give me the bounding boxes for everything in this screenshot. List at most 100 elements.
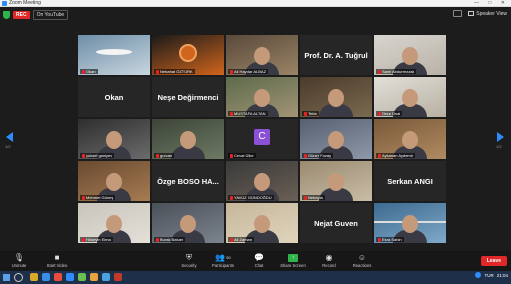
participant-tile[interactable]: Sami Abdurrezzak [374, 35, 446, 75]
person-face [254, 89, 270, 107]
participant-tile[interactable]: Onur Ünal [374, 77, 446, 117]
participant-tile[interactable]: YAVUZ GÜNDOĞDU [226, 161, 298, 201]
participant-tile[interactable]: Neşe Değirmenci [152, 77, 224, 117]
participants-icon: 👥 50 [215, 253, 231, 262]
mic-muted-icon [82, 237, 85, 242]
avatar: C [254, 129, 270, 145]
participant-name-label: gurcan [160, 153, 173, 158]
participant-tile[interactable]: Burak Batuer [152, 203, 224, 243]
top-left-controls: REC On YouTube [3, 10, 69, 20]
participant-name-label: Sami Abdurrezzak [382, 69, 415, 74]
participant-tile[interactable]: gurcan [152, 119, 224, 159]
participant-caption: yuksel ganiyev [80, 153, 115, 158]
participant-tile[interactable]: Nebayla [300, 161, 372, 201]
participant-tile[interactable]: Güner Fozay [300, 119, 372, 159]
taskbar-app-icon[interactable] [54, 273, 62, 281]
window-titlebar: Zoom Meeting — □ ✕ [0, 0, 511, 7]
participant-tile[interactable]: Nebahat ÖZTÜRK [152, 35, 224, 75]
participant-name-label: Mehmet Güneş [86, 195, 114, 200]
participant-tile[interactable]: Hüseyin Elma [78, 203, 150, 243]
speaker-view-label: Speaker View [476, 10, 507, 17]
person-face [328, 89, 344, 107]
person-face [106, 131, 122, 149]
mic-muted-icon [378, 111, 381, 116]
bird-image [96, 49, 132, 55]
mic-muted-icon [378, 69, 381, 74]
taskbar-app-icon[interactable] [102, 273, 110, 281]
person-face [402, 89, 418, 107]
search-icon[interactable] [14, 273, 23, 282]
language-indicator[interactable]: TUR [484, 273, 493, 278]
participant-name: Prof. Dr. A. Tuğrul [304, 50, 368, 60]
prev-page-button[interactable]: 1/2 [5, 132, 14, 149]
mic-muted-icon [82, 69, 85, 74]
participants-count: 50 [226, 255, 231, 260]
window-controls[interactable]: — □ ✕ [474, 0, 509, 7]
share-arrow-icon: ↑ [288, 253, 298, 262]
security-label: Security [181, 263, 197, 268]
security-button[interactable]: ⛨ Security [172, 252, 206, 269]
participant-caption: Onur Ünal [376, 111, 403, 116]
participant-tile[interactable]: Nejat Guven [300, 203, 372, 243]
chat-button[interactable]: 💬 Chat [242, 253, 276, 268]
meeting-toolbar: 🎙 Unmute ■ Start Video ⛨ Security 👥 50 Pa… [0, 251, 511, 271]
participant-caption: Burak Batuer [154, 237, 186, 242]
fullscreen-icon[interactable] [453, 10, 463, 17]
taskbar-app-icon[interactable] [114, 273, 122, 281]
participant-tile[interactable]: Ali Zaman [226, 203, 298, 243]
window-title: Zoom Meeting [9, 0, 41, 6]
zoom-tray-icon[interactable] [475, 272, 482, 278]
shield-icon: ⛨ [186, 252, 192, 262]
participant-caption: Tekin [302, 111, 320, 116]
participant-caption: gurcan [154, 153, 175, 158]
system-tray: TUR 21:04 [475, 272, 508, 278]
participant-name-label: Nebahat ÖZTÜRK [160, 69, 193, 74]
unmute-button[interactable]: 🎙 Unmute [2, 253, 36, 268]
participant-name-label: Nebayla [308, 195, 323, 200]
participant-tile[interactable]: MUSTAFA ALTAN [226, 77, 298, 117]
person-face [106, 173, 122, 191]
arrow-left-icon [6, 132, 13, 142]
person-face [254, 173, 270, 191]
participant-tile[interactable]: Prof. Dr. A. Tuğrul [300, 35, 372, 75]
participant-tile[interactable]: Özge BOSO HA... [152, 161, 224, 201]
taskbar-app-icon[interactable] [42, 273, 50, 281]
clock[interactable]: 21:04 [497, 273, 508, 278]
start-video-button[interactable]: ■ Start Video [40, 253, 74, 268]
camera-off-icon: ■ [54, 253, 60, 262]
participant-tile[interactable]: Ali Haydar ALBAZ [226, 35, 298, 75]
participant-tile[interactable]: Okan [78, 77, 150, 117]
record-button[interactable]: ◉ Record [312, 253, 346, 268]
next-page-button[interactable]: 1/2 [496, 132, 505, 149]
participant-caption: MUSTAFA ALTAN [228, 111, 268, 116]
leave-button[interactable]: Leave [480, 256, 507, 266]
participant-tile[interactable]: C Cevat Ülke [226, 119, 298, 159]
participant-tile[interactable]: Esra Sahin [374, 203, 446, 243]
participant-tile[interactable]: Aykanan Aydemir [374, 119, 446, 159]
share-screen-button[interactable]: ↑ Share Screen [276, 253, 310, 268]
participant-name-label: YAVUZ GÜNDOĞDU [234, 195, 272, 200]
participant-tile[interactable]: Mehmet Güneş [78, 161, 150, 201]
rec-badge[interactable]: REC [13, 11, 30, 19]
arrow-right-icon [497, 132, 504, 142]
speaker-view-button[interactable]: Speaker View [468, 11, 507, 17]
taskbar-app-icon[interactable] [30, 273, 38, 281]
live-stream-button[interactable]: On YouTube [32, 10, 69, 20]
shield-icon[interactable] [3, 11, 10, 19]
participant-name-label: MUSTAFA ALTAN [234, 111, 266, 116]
participant-tile[interactable]: yuksel ganiyev [78, 119, 150, 159]
meeting-stage: REC On YouTube Speaker View 1/2 1/2 Okan… [0, 7, 511, 251]
participant-tile[interactable]: Serkan ANGI [374, 161, 446, 201]
participant-grid: Okan Nebahat ÖZTÜRK Ali Haydar ALBAZ Prof. … [78, 35, 446, 243]
participant-name-label: Güner Fozay [308, 153, 332, 158]
taskbar-app-icon[interactable] [78, 273, 86, 281]
reactions-button[interactable]: ☺ Reactions [345, 253, 379, 268]
taskbar-app-icon[interactable] [66, 273, 74, 281]
windows-start-icon[interactable] [3, 274, 10, 281]
participant-name-label: Aykanan Aydemir [382, 153, 413, 158]
taskbar-app-icon[interactable] [90, 273, 98, 281]
participants-button[interactable]: 👥 50 Participants [206, 253, 240, 268]
windows-taskbar: TUR 21:04 [0, 271, 511, 284]
participant-tile[interactable]: Tekin [300, 77, 372, 117]
participant-tile[interactable]: Okan [78, 35, 150, 75]
